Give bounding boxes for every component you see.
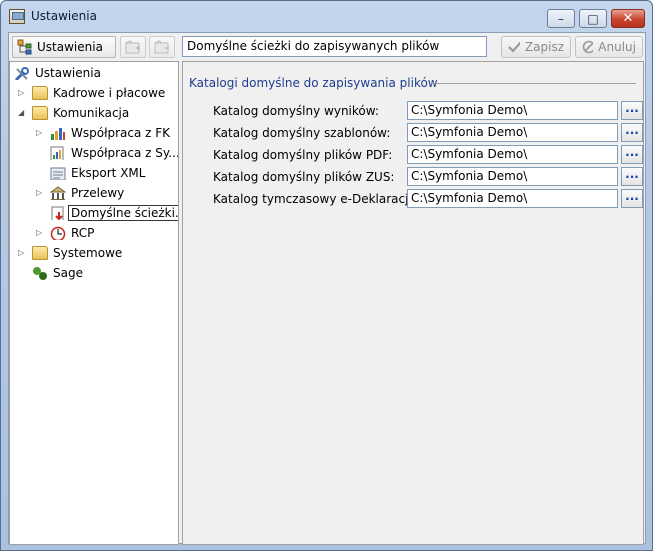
- tree-item-sage[interactable]: Sage: [32, 264, 83, 282]
- templates-dir-label: Katalog domyślny szablonów:: [213, 126, 391, 140]
- templates-dir-browse-button[interactable]: ...: [621, 123, 643, 142]
- folder-icon: [32, 86, 48, 100]
- tree-item-komunikacja[interactable]: ◢ Komunikacja: [18, 104, 130, 122]
- results-dir-input[interactable]: C:\Symfonia Demo\: [407, 101, 618, 120]
- tree-item-label: Współpraca z FK: [71, 126, 171, 140]
- bank-icon: [50, 186, 66, 200]
- window-title: Ustawienia: [31, 9, 97, 23]
- close-icon: ✕: [622, 11, 634, 26]
- chart-bars-icon: [51, 128, 65, 140]
- tree-item-label: Systemowe: [53, 246, 123, 260]
- app-window-icon: [9, 9, 25, 24]
- pdf-dir-label: Katalog domyślny plików PDF:: [213, 148, 393, 162]
- clock-icon: [50, 226, 66, 240]
- tree-item-systemowe[interactable]: ▷ Systemowe: [18, 244, 123, 262]
- tree-item-kadrowe[interactable]: ▷ Kadrowe i płacowe: [18, 84, 166, 102]
- maximize-button[interactable]: □: [579, 9, 607, 28]
- settings-tree-icon: [17, 39, 32, 55]
- tree-toolbar: Ustawienia: [9, 33, 179, 61]
- zus-dir-label: Katalog domyślny plików ZUS:: [213, 170, 395, 184]
- settings-tree-button[interactable]: Ustawienia: [12, 36, 116, 58]
- close-button[interactable]: ✕: [611, 9, 645, 28]
- maximize-icon: □: [587, 11, 599, 26]
- expand-arrow-icon[interactable]: ▷: [36, 128, 45, 137]
- remove-folder-icon: [154, 40, 169, 54]
- results-dir-browse-button[interactable]: ...: [621, 101, 643, 120]
- remove-folder-button[interactable]: [149, 36, 175, 58]
- tree-item-ustawienia[interactable]: Ustawienia: [14, 64, 101, 82]
- title-bar[interactable]: Ustawienia – □ ✕: [1, 1, 652, 31]
- settings-tree[interactable]: Ustawienia ▷ Kadrowe i płacowe ◢ Komunik…: [9, 61, 179, 545]
- cancel-label: Anuluj: [598, 40, 636, 54]
- minimize-icon: –: [558, 11, 564, 26]
- collapse-arrow-icon[interactable]: ◢: [18, 108, 27, 117]
- settings-tree-label: Ustawienia: [37, 40, 103, 54]
- edeclaration-temp-dir-label: Katalog tymczasowy e-Deklaracji:: [213, 192, 416, 206]
- tree-item-domyslne-sciezki[interactable]: Domyślne ścieżki...: [50, 204, 178, 222]
- pdf-dir-browse-button[interactable]: ...: [621, 145, 643, 164]
- xml-export-icon: [50, 167, 66, 180]
- tree-item-label: RCP: [71, 226, 95, 240]
- client-area: Ustawienia Domyślne ścieżki do zapisywan…: [8, 32, 646, 545]
- group-title: Katalogi domyślne do zapisywania plików: [189, 76, 438, 90]
- tree-item-label: Przelewy: [71, 186, 125, 200]
- document-chart-icon: [50, 146, 64, 160]
- document-download-icon: [51, 206, 64, 220]
- tree-item-label-selected: Domyślne ścieżki...: [68, 205, 178, 221]
- cancel-icon: [582, 40, 594, 54]
- edeclaration-temp-dir-browse-button[interactable]: ...: [621, 189, 643, 208]
- tree-item-wspolpraca-fk[interactable]: ▷ Współpraca z FK: [36, 124, 171, 142]
- zus-dir-browse-button[interactable]: ...: [621, 167, 643, 186]
- tree-item-label: Współpraca z Sy...: [71, 146, 179, 160]
- folder-icon: [32, 246, 48, 260]
- expand-arrow-icon[interactable]: ▷: [18, 88, 27, 97]
- tree-item-wspolpraca-sy[interactable]: Współpraca z Sy...: [50, 144, 179, 162]
- sage-logo-icon: [33, 267, 47, 280]
- tree-item-rcp[interactable]: ▷ RCP: [36, 224, 95, 242]
- tree-item-label: Ustawienia: [35, 66, 101, 80]
- expand-arrow-icon[interactable]: ▷: [36, 188, 45, 197]
- checkmark-icon: [508, 41, 520, 53]
- tree-item-eksport-xml[interactable]: Eksport XML: [50, 164, 145, 182]
- expand-arrow-icon[interactable]: ▷: [18, 248, 27, 257]
- zus-dir-input[interactable]: C:\Symfonia Demo\: [407, 167, 618, 186]
- open-folder-icon: [32, 106, 48, 120]
- cancel-button[interactable]: Anuluj: [575, 36, 643, 58]
- results-dir-label: Katalog domyślny wyników:: [213, 104, 379, 118]
- tree-item-label: Komunikacja: [53, 106, 130, 120]
- expand-arrow-icon[interactable]: ▷: [36, 228, 45, 237]
- add-folder-icon: [125, 40, 140, 54]
- tree-item-przelewy[interactable]: ▷ Przelewy: [36, 184, 125, 202]
- settings-window: Ustawienia – □ ✕ Ustawienia Domyślne ści…: [0, 0, 653, 551]
- pdf-dir-input[interactable]: C:\Symfonia Demo\: [407, 145, 618, 164]
- tree-item-label: Sage: [53, 266, 83, 280]
- tree-item-label: Kadrowe i płacowe: [53, 86, 166, 100]
- current-section-path: Domyślne ścieżki do zapisywanych plików: [182, 36, 487, 57]
- templates-dir-input[interactable]: C:\Symfonia Demo\: [407, 123, 618, 142]
- edeclaration-temp-dir-input[interactable]: C:\Symfonia Demo\: [407, 189, 618, 208]
- tree-item-label: Eksport XML: [71, 166, 146, 180]
- save-label: Zapisz: [524, 40, 564, 54]
- group-divider: [431, 83, 636, 84]
- minimize-button[interactable]: –: [547, 9, 575, 28]
- save-button[interactable]: Zapisz: [501, 36, 571, 58]
- add-folder-button[interactable]: [120, 36, 146, 58]
- settings-content-panel: Katalogi domyślne do zapisywania plików …: [182, 61, 644, 545]
- tools-icon: [14, 67, 29, 80]
